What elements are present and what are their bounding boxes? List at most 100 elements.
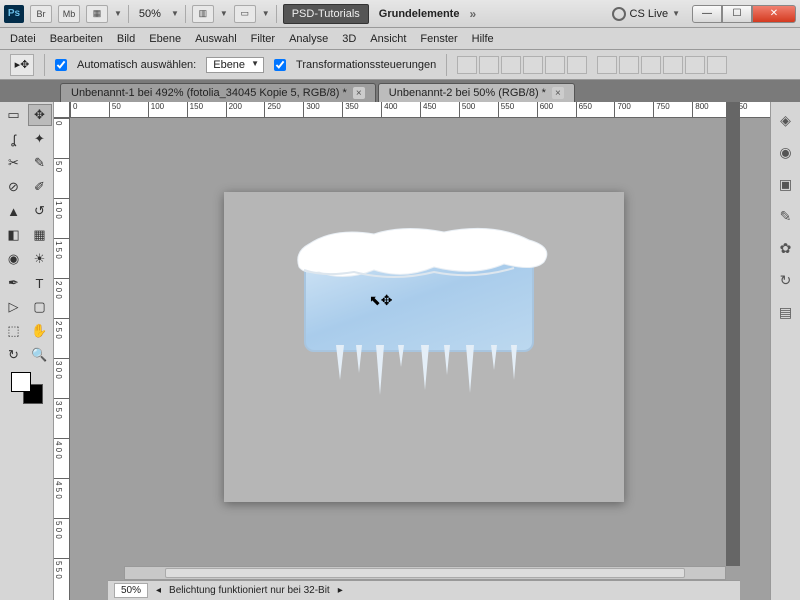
auto-select-dropdown[interactable]: Ebene (206, 57, 264, 73)
menu-fenster[interactable]: Fenster (420, 33, 457, 45)
align-left-icon[interactable] (523, 56, 543, 74)
view-extras-icon[interactable]: ▥ (192, 5, 214, 23)
eraser-tool-icon[interactable]: ◧ (2, 224, 26, 246)
maximize-button[interactable]: ☐ (722, 5, 752, 23)
magic-wand-tool-icon[interactable]: ✦ (28, 128, 52, 150)
workspace-grundelemente[interactable]: Grundelemente (375, 8, 464, 20)
options-bar: ▸✥ Automatisch auswählen: Ebene Transfor… (0, 50, 800, 80)
minimize-button[interactable]: — (692, 5, 722, 23)
menu-datei[interactable]: Datei (10, 33, 36, 45)
ruler-origin[interactable] (54, 102, 70, 118)
chevron-down-icon[interactable]: ▼ (114, 9, 122, 18)
auto-select-checkbox[interactable] (55, 59, 67, 71)
menu-filter[interactable]: Filter (251, 33, 275, 45)
align-bottom-icon[interactable] (501, 56, 521, 74)
healing-brush-tool-icon[interactable]: ⊘ (2, 176, 26, 198)
distribute-icon[interactable] (597, 56, 617, 74)
align-top-icon[interactable] (457, 56, 477, 74)
zoom-tool-icon[interactable]: 🔍 (28, 344, 52, 366)
pen-tool-icon[interactable]: ✒ (2, 272, 26, 294)
transform-controls-label: Transformationssteuerungen (296, 59, 436, 71)
dodge-tool-icon[interactable]: ☀ (28, 248, 52, 270)
canvas-document[interactable] (224, 192, 624, 502)
blur-tool-icon[interactable]: ◉ (2, 248, 26, 270)
distribute-icon[interactable] (663, 56, 683, 74)
eyedropper-tool-icon[interactable]: ✎ (28, 152, 52, 174)
canvas-viewport[interactable]: 0501001502002503003504004505005506006507… (54, 102, 770, 600)
3d-tool-icon[interactable]: ⬚ (2, 320, 26, 342)
document-tab[interactable]: Unbenannt-1 bei 492% (fotolia_34045 Kopi… (60, 83, 376, 102)
brush-tool-icon[interactable]: ✐ (28, 176, 52, 198)
distribute-buttons (597, 56, 727, 74)
crop-tool-icon[interactable]: ✂ (2, 152, 26, 174)
chevron-down-icon[interactable]: ▼ (220, 9, 228, 18)
gradient-tool-icon[interactable]: ▦ (28, 224, 52, 246)
separator (128, 5, 129, 23)
align-right-icon[interactable] (567, 56, 587, 74)
menu-hilfe[interactable]: Hilfe (472, 33, 494, 45)
chevron-down-icon[interactable]: ▼ (171, 9, 179, 18)
bridge-icon[interactable]: Br (30, 5, 52, 23)
zoom-level[interactable]: 50% (135, 8, 165, 20)
status-zoom[interactable]: 50% (114, 583, 148, 598)
move-tool-icon[interactable]: ✥ (28, 104, 52, 126)
title-bar: Ps Br Mb ▦ ▼ 50% ▼ ▥ ▼ ▭ ▼ PSD-Tutorials… (0, 0, 800, 28)
transform-controls-checkbox[interactable] (274, 59, 286, 71)
styles-panel-icon[interactable]: ✿ (776, 238, 796, 258)
close-button[interactable]: ✕ (752, 5, 796, 23)
distribute-icon[interactable] (619, 56, 639, 74)
minibridge-icon[interactable]: Mb (58, 5, 80, 23)
scrollbar-thumb[interactable] (165, 568, 685, 578)
history-panel-icon[interactable]: ↻ (776, 270, 796, 290)
align-hcenter-icon[interactable] (545, 56, 565, 74)
distribute-icon[interactable] (641, 56, 661, 74)
cs-live-icon (612, 7, 626, 21)
vertical-scrollbar[interactable] (726, 102, 740, 566)
move-tool-indicator[interactable]: ▸✥ (10, 54, 34, 76)
marquee-tool-icon[interactable]: ▭ (2, 104, 26, 126)
chevron-down-icon[interactable]: ▼ (262, 9, 270, 18)
rotate-view-tool-icon[interactable]: ↻ (2, 344, 26, 366)
path-select-tool-icon[interactable]: ▷ (2, 296, 26, 318)
type-tool-icon[interactable]: T (28, 272, 52, 294)
align-vcenter-icon[interactable] (479, 56, 499, 74)
distribute-icon[interactable] (707, 56, 727, 74)
adjustments-panel-icon[interactable]: ✎ (776, 206, 796, 226)
paths-panel-icon[interactable]: ▣ (776, 174, 796, 194)
clone-stamp-tool-icon[interactable]: ▲ (2, 200, 26, 222)
auto-select-label: Automatisch auswählen: (77, 59, 196, 71)
cs-live-button[interactable]: CS Live ▼ (612, 7, 680, 21)
align-buttons (457, 56, 587, 74)
arrange-docs-icon[interactable]: ▭ (234, 5, 256, 23)
menu-bild[interactable]: Bild (117, 33, 135, 45)
more-workspaces-icon[interactable]: » (469, 7, 476, 21)
menu-3d[interactable]: 3D (342, 33, 356, 45)
layers-panel-icon[interactable]: ◈ (776, 110, 796, 130)
shape-tool-icon[interactable]: ▢ (28, 296, 52, 318)
actions-panel-icon[interactable]: ▤ (776, 302, 796, 322)
menu-bearbeiten[interactable]: Bearbeiten (50, 33, 103, 45)
horizontal-scrollbar[interactable] (124, 566, 726, 580)
menu-bar: Datei Bearbeiten Bild Ebene Auswahl Filt… (0, 28, 800, 50)
distribute-icon[interactable] (685, 56, 705, 74)
close-tab-icon[interactable]: × (552, 87, 564, 99)
color-swatches[interactable] (11, 372, 43, 404)
hand-tool-icon[interactable]: ✋ (28, 320, 52, 342)
vertical-ruler[interactable]: 05 01 0 01 5 02 0 02 5 03 0 03 5 04 0 04… (54, 118, 70, 600)
history-brush-tool-icon[interactable]: ↺ (28, 200, 52, 222)
status-prev-icon[interactable]: ◂ (156, 585, 161, 596)
menu-ebene[interactable]: Ebene (149, 33, 181, 45)
menu-ansicht[interactable]: Ansicht (370, 33, 406, 45)
screen-mode-icon[interactable]: ▦ (86, 5, 108, 23)
channels-panel-icon[interactable]: ◉ (776, 142, 796, 162)
document-tab-active[interactable]: Unbenannt-2 bei 50% (RGB/8) * × (378, 83, 575, 102)
close-tab-icon[interactable]: × (353, 87, 365, 99)
menu-analyse[interactable]: Analyse (289, 33, 328, 45)
foreground-color-swatch[interactable] (11, 372, 31, 392)
status-next-icon[interactable]: ▸ (338, 585, 343, 596)
horizontal-ruler[interactable]: 0501001502002503003504004505005506006507… (70, 102, 770, 118)
tools-panel: ▭ ✥ ʆ ✦ ✂ ✎ ⊘ ✐ ▲ ↺ ◧ ▦ ◉ ☀ ✒ T ▷ ▢ ⬚ ✋ … (0, 102, 54, 600)
menu-auswahl[interactable]: Auswahl (195, 33, 237, 45)
workspace-psd-tutorials[interactable]: PSD-Tutorials (283, 4, 369, 24)
lasso-tool-icon[interactable]: ʆ (2, 128, 26, 150)
